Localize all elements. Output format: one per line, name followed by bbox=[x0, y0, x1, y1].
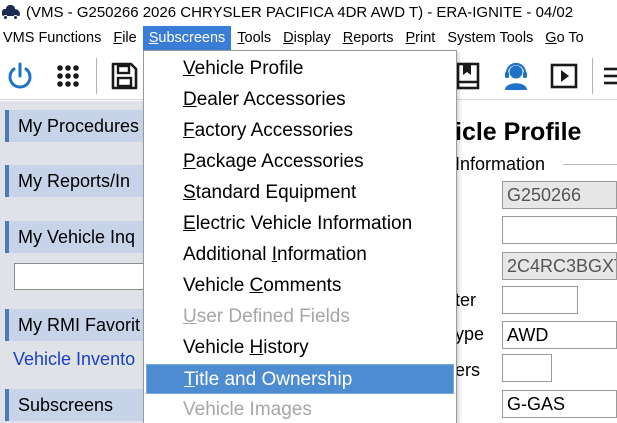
left-navigation-panel bbox=[0, 101, 150, 423]
title-bar: (VMS - G250266 2026 CHRYSLER PACIFICA 4D… bbox=[0, 0, 617, 24]
menu-item-user-defined-fields: User Defined Fields bbox=[183, 306, 350, 327]
menu-tools[interactable]: Tools bbox=[231, 26, 277, 50]
short-field[interactable] bbox=[502, 286, 578, 314]
menu-item-vehicle-comments[interactable]: Vehicle Comments bbox=[146, 271, 454, 301]
menu-item-electric-vehicle-information[interactable]: Electric Vehicle Information bbox=[146, 209, 454, 239]
menu-display[interactable]: Display bbox=[277, 26, 337, 50]
text-field[interactable] bbox=[502, 216, 617, 244]
information-group-title: Information bbox=[455, 154, 546, 174]
group-divider bbox=[563, 164, 617, 165]
grid-icon[interactable] bbox=[52, 60, 84, 92]
more-icon[interactable] bbox=[600, 60, 617, 92]
sidebar-section-my-procedures[interactable]: My Procedures bbox=[5, 110, 155, 142]
vin-field[interactable]: 2C4RC3BGXT bbox=[502, 252, 617, 280]
sidebar-section-subscreens[interactable]: Subscreens bbox=[5, 389, 155, 421]
short-field[interactable] bbox=[502, 354, 552, 382]
menu-item-vehicle-images: Vehicle Images bbox=[183, 399, 312, 420]
drive-type-label: ype bbox=[455, 324, 485, 344]
menu-print[interactable]: Print bbox=[400, 26, 442, 50]
menu-system-tools[interactable]: System Tools bbox=[441, 26, 539, 50]
menu-bar: VMS Functions File Subscreens Tools Disp… bbox=[0, 25, 617, 51]
power-icon[interactable] bbox=[4, 60, 36, 92]
menu-item-dealer-accessories[interactable]: Dealer Accessories bbox=[146, 85, 454, 115]
play-icon[interactable] bbox=[548, 60, 580, 92]
menu-file[interactable]: File bbox=[107, 26, 142, 50]
stock-number-field[interactable]: G250266 bbox=[502, 181, 617, 209]
menu-subscreens[interactable]: Subscreens bbox=[142, 26, 232, 50]
toolbar-separator bbox=[592, 58, 593, 94]
support-agent-icon[interactable] bbox=[500, 60, 532, 92]
menu-item-factory-accessories[interactable]: Factory Accessories bbox=[146, 116, 454, 146]
sidebar-section-my-vehicle-inquiries[interactable]: My Vehicle Inq bbox=[5, 221, 155, 253]
menu-item-vehicle-history[interactable]: Vehicle History bbox=[146, 333, 454, 363]
menu-item-title-and-ownership[interactable]: Title and Ownership bbox=[146, 364, 454, 394]
sidebar-section-my-reports[interactable]: My Reports/In bbox=[5, 165, 155, 197]
menu-item-additional-information[interactable]: Additional Information bbox=[146, 240, 454, 270]
save-icon[interactable] bbox=[108, 60, 140, 92]
menu-item-standard-equipment[interactable]: Standard Equipment bbox=[146, 178, 454, 208]
window-title: (VMS - G250266 2026 CHRYSLER PACIFICA 4D… bbox=[26, 3, 574, 21]
page-title: icle Profile bbox=[455, 118, 582, 146]
drive-type-field[interactable]: AWD bbox=[502, 321, 617, 349]
field-label: ter bbox=[455, 290, 477, 310]
menu-item-vehicle-profile[interactable]: Vehicle Profile bbox=[146, 54, 454, 84]
menu-vms-functions[interactable]: VMS Functions bbox=[0, 26, 107, 50]
sidebar-section-my-rmi-favorites[interactable]: My RMI Favorit bbox=[5, 309, 155, 341]
field-label: ers bbox=[455, 360, 481, 380]
toolbar-separator bbox=[96, 58, 97, 94]
sidebar-input[interactable] bbox=[14, 263, 154, 290]
menu-go-to[interactable]: Go To bbox=[539, 26, 589, 50]
menu-reports[interactable]: Reports bbox=[337, 26, 400, 50]
vehicle-inventory-link[interactable]: Vehicle Invento bbox=[13, 349, 135, 370]
subscreens-dropdown-menu: Vehicle Profile Dealer Accessories Facto… bbox=[143, 50, 457, 423]
fuel-type-field[interactable]: G-GAS bbox=[502, 390, 617, 418]
menu-item-package-accessories[interactable]: Package Accessories bbox=[146, 147, 454, 177]
car-app-icon bbox=[2, 5, 20, 20]
